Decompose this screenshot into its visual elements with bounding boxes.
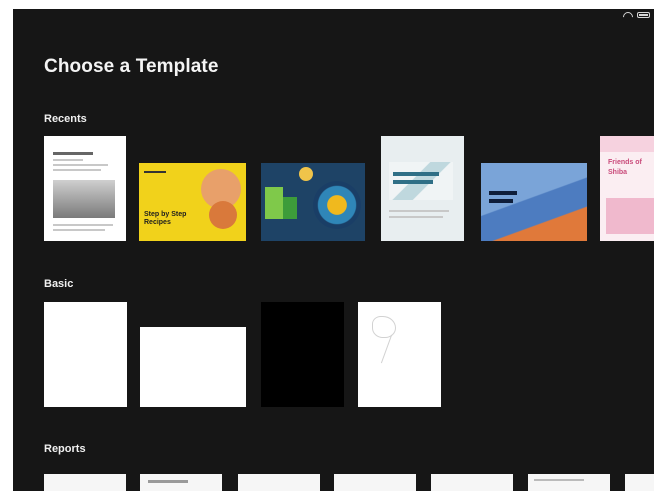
template-basic-blank-landscape[interactable] [140, 327, 246, 430]
template-thumbnail [44, 136, 126, 241]
template-report-thumbnail[interactable] [238, 474, 320, 491]
template-report-thumbnail[interactable] [334, 474, 416, 491]
template-recent-report[interactable] [44, 136, 126, 256]
page-title: Choose a Template [44, 56, 219, 77]
section-title-reports: Reports [44, 443, 86, 455]
template-thumbnail [44, 302, 127, 407]
template-report-thumbnail[interactable] [431, 474, 513, 491]
template-basic-blank[interactable] [44, 302, 127, 430]
status-bar [13, 9, 654, 23]
poster-title: Step by Step Recipes [144, 211, 187, 226]
template-chooser-screen: Choose a Template Recents Step by Step R… [13, 9, 654, 491]
template-recent-poster[interactable] [481, 163, 587, 256]
section-title-basic: Basic [44, 278, 74, 290]
template-recent-newsletter[interactable]: Friends of Shiba [600, 136, 654, 256]
template-thumbnail [261, 302, 344, 407]
newsletter-title: Friends of Shiba [608, 159, 642, 176]
template-report-thumbnail[interactable] [140, 474, 222, 491]
template-thumbnail [481, 163, 587, 241]
template-recent-science[interactable] [261, 163, 365, 256]
section-title-recents: Recents [44, 113, 87, 125]
template-thumbnail [381, 136, 464, 241]
template-recent-science-doc[interactable] [381, 136, 464, 256]
template-thumbnail [140, 327, 246, 407]
template-thumbnail: Friends of Shiba [600, 136, 654, 241]
template-thumbnail [261, 163, 365, 241]
category-bar [44, 89, 654, 99]
template-thumbnail [358, 302, 441, 407]
template-report-thumbnail[interactable] [44, 474, 126, 491]
template-thumbnail: Step by Step Recipes [139, 163, 246, 241]
wifi-icon [623, 12, 631, 18]
battery-icon [637, 12, 650, 18]
template-recent-recipes[interactable]: Step by Step Recipes [139, 163, 246, 256]
template-basic-drawing[interactable] [358, 302, 441, 430]
status-indicators [623, 12, 650, 18]
template-report-thumbnail[interactable] [625, 474, 654, 491]
template-report-thumbnail[interactable] [528, 474, 610, 491]
template-basic-blank-black[interactable] [261, 302, 344, 430]
